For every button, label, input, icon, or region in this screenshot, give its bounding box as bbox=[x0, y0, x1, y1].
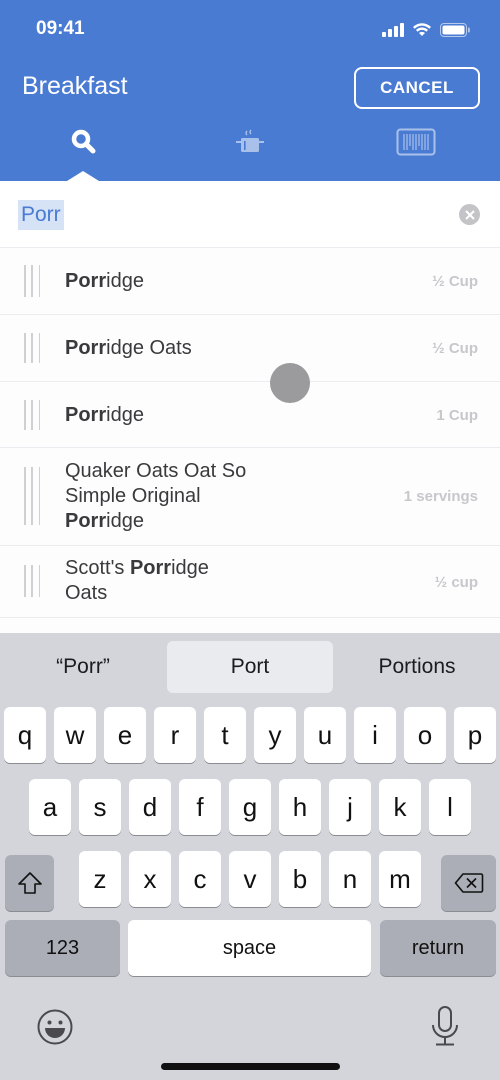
emoji-icon bbox=[37, 1009, 73, 1045]
tab-barcode[interactable] bbox=[396, 124, 436, 160]
key-q[interactable]: q bbox=[4, 707, 46, 763]
dictation-button[interactable] bbox=[430, 1005, 460, 1052]
result-item[interactable]: Porridge Oats ½ Cup bbox=[0, 315, 500, 382]
return-key[interactable]: return bbox=[380, 920, 496, 976]
active-tab-indicator bbox=[67, 171, 99, 181]
page-title: Breakfast bbox=[22, 72, 128, 100]
key-v[interactable]: v bbox=[229, 851, 271, 907]
key-j[interactable]: j bbox=[329, 779, 371, 835]
emoji-button[interactable] bbox=[36, 1008, 74, 1051]
key-u[interactable]: u bbox=[304, 707, 346, 763]
result-item[interactable]: Scott's Porridge Oats ½ cup bbox=[0, 546, 500, 618]
suggestion-item[interactable]: Portions bbox=[334, 641, 500, 693]
key-b[interactable]: b bbox=[279, 851, 321, 907]
result-item[interactable]: Porridge ½ Cup bbox=[0, 249, 500, 315]
key-z[interactable]: z bbox=[79, 851, 121, 907]
result-item[interactable]: Porridge 1 Cup bbox=[0, 382, 500, 448]
barcode-icon bbox=[396, 128, 436, 156]
shift-icon bbox=[17, 872, 42, 894]
signal-icon bbox=[382, 22, 404, 37]
key-t[interactable]: t bbox=[204, 707, 246, 763]
backspace-key[interactable] bbox=[441, 855, 496, 911]
numbers-key[interactable]: 123 bbox=[5, 920, 120, 976]
key-d[interactable]: d bbox=[129, 779, 171, 835]
search-input[interactable]: Porr bbox=[18, 200, 64, 230]
close-icon bbox=[464, 209, 475, 220]
status-time: 09:41 bbox=[36, 18, 85, 39]
result-serving: ½ cup bbox=[434, 574, 478, 591]
result-item[interactable]: Quaker Oats Oat So Simple Original Porri… bbox=[0, 448, 500, 546]
search-field[interactable] bbox=[0, 181, 500, 248]
drag-handle-icon[interactable] bbox=[24, 333, 40, 363]
key-w[interactable]: w bbox=[54, 707, 96, 763]
key-c[interactable]: c bbox=[179, 851, 221, 907]
result-serving: ½ Cup bbox=[432, 340, 478, 357]
key-g[interactable]: g bbox=[229, 779, 271, 835]
drag-handle-icon[interactable] bbox=[24, 467, 40, 525]
key-p[interactable]: p bbox=[454, 707, 496, 763]
key-k[interactable]: k bbox=[379, 779, 421, 835]
suggestion-item[interactable]: “Porr” bbox=[0, 641, 166, 693]
key-h[interactable]: h bbox=[279, 779, 321, 835]
key-a[interactable]: a bbox=[29, 779, 71, 835]
suggestion-item[interactable]: Port bbox=[167, 641, 333, 693]
result-name: Porridge Oats bbox=[65, 337, 192, 359]
shift-key[interactable] bbox=[5, 855, 54, 911]
key-f[interactable]: f bbox=[179, 779, 221, 835]
backspace-icon bbox=[454, 873, 483, 893]
result-name: Porridge bbox=[65, 270, 144, 292]
tab-search[interactable] bbox=[64, 124, 104, 160]
microphone-icon bbox=[432, 1006, 458, 1046]
app-header: 09:41 Breakfast CANCEL bbox=[0, 0, 500, 181]
key-x[interactable]: x bbox=[129, 851, 171, 907]
result-serving: 1 Cup bbox=[436, 407, 478, 424]
tab-recipes[interactable] bbox=[230, 124, 270, 160]
key-m[interactable]: m bbox=[379, 851, 421, 907]
key-n[interactable]: n bbox=[329, 851, 371, 907]
key-e[interactable]: e bbox=[104, 707, 146, 763]
key-s[interactable]: s bbox=[79, 779, 121, 835]
drag-handle-icon[interactable] bbox=[24, 265, 40, 297]
cooking-pot-icon bbox=[236, 129, 264, 152]
drag-handle-icon[interactable] bbox=[24, 565, 40, 597]
result-serving: ½ Cup bbox=[432, 273, 478, 290]
battery-icon bbox=[440, 22, 470, 37]
search-icon bbox=[71, 129, 96, 154]
status-icons bbox=[382, 22, 470, 37]
result-name: Scott's Porridge Oats bbox=[65, 557, 209, 604]
home-indicator bbox=[161, 1063, 340, 1070]
result-serving: 1 servings bbox=[403, 488, 478, 505]
keyboard: “Porr” Port Portions 123 space return qw… bbox=[0, 633, 500, 1080]
result-name: Porridge bbox=[65, 404, 144, 426]
drag-handle-icon[interactable] bbox=[24, 400, 40, 430]
space-key[interactable]: space bbox=[128, 920, 371, 976]
result-name: Quaker Oats Oat So Simple Original Porri… bbox=[65, 460, 247, 532]
wifi-icon bbox=[413, 23, 431, 36]
key-y[interactable]: y bbox=[254, 707, 296, 763]
key-i[interactable]: i bbox=[354, 707, 396, 763]
key-o[interactable]: o bbox=[404, 707, 446, 763]
key-l[interactable]: l bbox=[429, 779, 471, 835]
cancel-button[interactable]: CANCEL bbox=[354, 67, 480, 109]
touch-indicator bbox=[270, 363, 310, 403]
clear-search-button[interactable] bbox=[459, 204, 480, 225]
key-r[interactable]: r bbox=[154, 707, 196, 763]
